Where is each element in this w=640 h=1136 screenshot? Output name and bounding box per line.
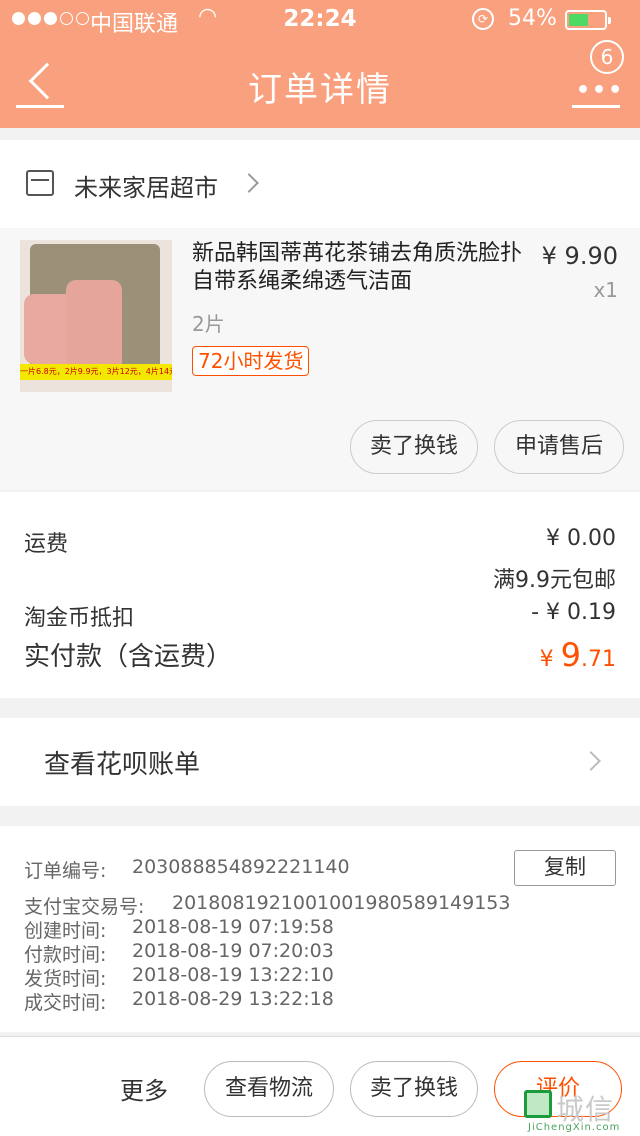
after-sale-button[interactable]: 申请售后 bbox=[494, 420, 624, 474]
shipping-value: ¥ 0.00 bbox=[546, 526, 616, 551]
closed-row: 成交时间: 2018-08-29 13:22:18 bbox=[24, 988, 334, 1014]
order-info: 订单编号: 203088854892221140 复制 支付宝交易号: 2018… bbox=[0, 826, 640, 1032]
sell-button[interactable]: 卖了换钱 bbox=[350, 420, 478, 474]
product-image[interactable]: 一片6.8元，2片9.9元，3片12元，4片14元 bbox=[20, 240, 172, 392]
coin-label: 淘金币抵扣 bbox=[24, 606, 135, 631]
product-spec: 2片 bbox=[192, 312, 225, 336]
shipped-row: 发货时间: 2018-08-19 13:22:10 bbox=[24, 964, 334, 990]
alipay-no: 2018081921001001980589149153 bbox=[172, 892, 511, 914]
product-card[interactable]: 一片6.8元，2片9.9元，3片12元，4片14元 新品韩国蒂苒花茶铺去角质洗脸… bbox=[0, 228, 640, 490]
copy-button[interactable]: 复制 bbox=[514, 850, 616, 886]
notification-badge: 6 bbox=[590, 40, 624, 74]
huabei-label: 查看花呗账单 bbox=[44, 750, 201, 780]
status-bar: 中国联通 ◠ 22:24 ⟳ 54% bbox=[0, 0, 640, 40]
alipay-row: 支付宝交易号: 2018081921001001980589149153 bbox=[24, 892, 511, 918]
sell-bottom-button[interactable]: 卖了换钱 bbox=[350, 1061, 478, 1117]
product-price: ¥ 9.90 bbox=[541, 242, 618, 270]
store-icon bbox=[26, 170, 54, 196]
product-title[interactable]: 新品韩国蒂苒花茶铺去角质洗脸扑自带系绳柔绵透气洁面 bbox=[192, 240, 522, 296]
product-quantity: x1 bbox=[593, 278, 618, 302]
paid-row: 付款时间: 2018-08-19 07:20:03 bbox=[24, 940, 334, 966]
chevron-right-icon bbox=[239, 173, 259, 193]
rotation-lock-icon: ⟳ bbox=[472, 8, 494, 30]
created-row: 创建时间: 2018-08-19 07:19:58 bbox=[24, 916, 334, 942]
more-button[interactable]: 更多 bbox=[120, 1071, 168, 1106]
total-label: 实付款（含运费） bbox=[24, 642, 233, 672]
product-image-banner: 一片6.8元，2片9.9元，3片12元，4片14元 bbox=[20, 364, 172, 380]
battery-percent: 54% bbox=[508, 6, 557, 31]
header-bar: 中国联通 ◠ 22:24 ⟳ 54% 订单详情 6 ••• bbox=[0, 0, 640, 128]
shipping-label: 运费 bbox=[24, 532, 69, 557]
page-title: 订单详情 bbox=[248, 70, 392, 110]
battery-icon bbox=[565, 10, 611, 30]
more-menu-button[interactable]: 6 ••• bbox=[570, 40, 626, 108]
shop-name: 未来家居超市 bbox=[74, 174, 218, 202]
shipping-note: 满9.9元包邮 bbox=[493, 568, 616, 593]
fee-summary: 运费 ¥ 0.00 满9.9元包邮 淘金币抵扣 - ¥ 0.19 实付款（含运费… bbox=[0, 492, 640, 698]
huabei-bill-row[interactable]: 查看花呗账单 bbox=[0, 718, 640, 806]
watermark-logo: 城信 JiChengXin.com bbox=[522, 1088, 640, 1136]
total-value: ¥ 9.71 bbox=[539, 636, 616, 674]
coin-value: - ¥ 0.19 bbox=[531, 600, 616, 625]
shop-row[interactable]: 未来家居超市 bbox=[0, 140, 640, 228]
order-no-row: 订单编号: 203088854892221140 bbox=[24, 856, 350, 882]
more-dots-icon: ••• bbox=[576, 78, 625, 103]
shipping-tag: 72小时发货 bbox=[192, 346, 310, 376]
view-logistics-button[interactable]: 查看物流 bbox=[204, 1061, 334, 1117]
chevron-right-icon bbox=[581, 751, 601, 771]
order-no: 203088854892221140 bbox=[132, 856, 350, 878]
